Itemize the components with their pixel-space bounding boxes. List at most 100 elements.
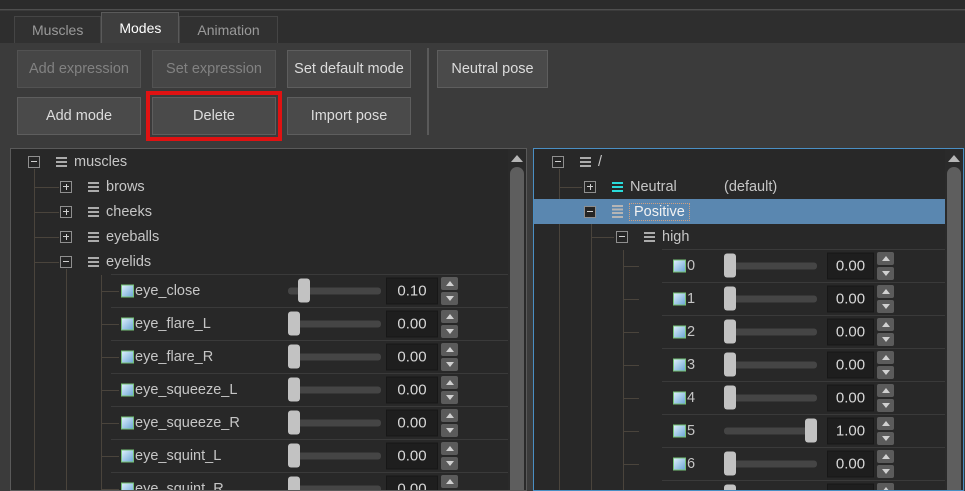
collapse-icon[interactable]: [584, 206, 596, 218]
slider-handle[interactable]: [724, 451, 736, 475]
slider-handle[interactable]: [724, 319, 736, 343]
mode-checkbox[interactable]: [673, 325, 686, 338]
muscle-slider[interactable]: [288, 452, 381, 459]
muscle-row-eye-squeeze-l[interactable]: eye_squeeze_L 0.00: [11, 373, 526, 406]
add-expression-button[interactable]: Add expression: [17, 50, 141, 88]
mode-row-3[interactable]: 3 0.00: [534, 348, 963, 381]
muscle-row-eye-squeeze-r[interactable]: eye_squeeze_R 0.00: [11, 406, 526, 439]
neutral-pose-button[interactable]: Neutral pose: [437, 50, 548, 88]
mode-slider[interactable]: [724, 427, 817, 434]
mode-slider[interactable]: [724, 295, 817, 302]
expand-icon[interactable]: [60, 231, 72, 243]
spin-down-button[interactable]: [877, 399, 894, 412]
tree-row-high[interactable]: high: [534, 224, 963, 249]
muscle-slider[interactable]: [288, 320, 381, 327]
muscle-value-field[interactable]: 0.00: [386, 409, 438, 436]
slider-handle[interactable]: [724, 484, 736, 491]
tree-row-positive-selected[interactable]: Positive: [534, 199, 963, 224]
scrollbar-thumb[interactable]: [510, 167, 524, 490]
mode-slider[interactable]: [724, 262, 817, 269]
spin-down-button[interactable]: [441, 325, 458, 338]
muscle-value-field[interactable]: 0.00: [386, 343, 438, 370]
spin-up-button[interactable]: [877, 252, 894, 265]
spin-up-button[interactable]: [441, 343, 458, 356]
spin-up-button[interactable]: [877, 450, 894, 463]
spin-up-button[interactable]: [441, 475, 458, 488]
muscle-slider[interactable]: [288, 287, 381, 294]
spin-up-button[interactable]: [877, 351, 894, 364]
tree-row-neutral[interactable]: Neutral (default): [534, 174, 963, 199]
left-scrollbar[interactable]: [508, 149, 526, 490]
slider-handle[interactable]: [298, 278, 310, 302]
spin-down-button[interactable]: [877, 300, 894, 313]
muscle-checkbox[interactable]: [121, 383, 134, 396]
set-expression-button[interactable]: Set expression: [152, 50, 276, 88]
spin-down-button[interactable]: [877, 366, 894, 379]
slider-handle[interactable]: [288, 476, 300, 491]
slider-handle[interactable]: [288, 377, 300, 401]
mode-row-5[interactable]: 5 1.00: [534, 414, 963, 447]
slider-handle[interactable]: [288, 443, 300, 467]
slider-handle[interactable]: [288, 344, 300, 368]
import-pose-button[interactable]: Import pose: [287, 97, 411, 135]
mode-row-6[interactable]: 6 0.00: [534, 447, 963, 480]
muscle-checkbox[interactable]: [121, 449, 134, 462]
muscle-checkbox[interactable]: [121, 317, 134, 330]
mode-value-field[interactable]: 1.00: [827, 417, 874, 444]
muscle-value-field[interactable]: 0.10: [386, 277, 438, 304]
mode-value-field[interactable]: [827, 483, 874, 491]
collapse-icon[interactable]: [60, 256, 72, 268]
mode-checkbox[interactable]: [673, 424, 686, 437]
mode-checkbox[interactable]: [673, 292, 686, 305]
spin-down-button[interactable]: [877, 465, 894, 478]
tree-row-muscles[interactable]: muscles: [11, 149, 526, 174]
muscle-value-field[interactable]: 0.00: [386, 442, 438, 469]
muscle-checkbox[interactable]: [121, 416, 134, 429]
mode-value-field[interactable]: 0.00: [827, 351, 874, 378]
right-scrollbar[interactable]: [945, 149, 963, 490]
mode-checkbox[interactable]: [673, 457, 686, 470]
scroll-up-button[interactable]: [508, 151, 526, 165]
mode-row-7-partial[interactable]: [534, 480, 963, 491]
tree-row-eyelids[interactable]: eyelids: [11, 249, 526, 274]
spin-up-button[interactable]: [441, 409, 458, 422]
tree-row-eyeballs[interactable]: eyeballs: [11, 224, 526, 249]
spin-up-button[interactable]: [877, 483, 894, 491]
collapse-icon[interactable]: [28, 156, 40, 168]
slider-handle[interactable]: [288, 410, 300, 434]
collapse-icon[interactable]: [552, 156, 564, 168]
mode-value-field[interactable]: 0.00: [827, 450, 874, 477]
muscle-value-field[interactable]: 0.00: [386, 475, 438, 491]
add-mode-button[interactable]: Add mode: [17, 97, 141, 135]
mode-slider[interactable]: [724, 394, 817, 401]
spin-down-button[interactable]: [877, 432, 894, 445]
mode-value-field[interactable]: 0.00: [827, 318, 874, 345]
slider-handle[interactable]: [724, 385, 736, 409]
muscle-row-eye-close[interactable]: eye_close 0.10: [11, 274, 526, 307]
spin-down-button[interactable]: [441, 424, 458, 437]
tab-modes[interactable]: Modes: [101, 12, 179, 43]
tree-row-brows[interactable]: brows: [11, 174, 526, 199]
spin-down-button[interactable]: [441, 358, 458, 371]
spin-down-button[interactable]: [877, 267, 894, 280]
scroll-up-button[interactable]: [945, 151, 963, 165]
spin-up-button[interactable]: [877, 384, 894, 397]
mode-row-4[interactable]: 4 0.00: [534, 381, 963, 414]
slider-handle[interactable]: [724, 253, 736, 277]
delete-button[interactable]: Delete: [152, 97, 276, 135]
muscle-checkbox[interactable]: [121, 482, 134, 491]
muscle-value-field[interactable]: 0.00: [386, 310, 438, 337]
slider-handle[interactable]: [805, 418, 817, 442]
slider-handle[interactable]: [724, 352, 736, 376]
mode-row-1[interactable]: 1 0.00: [534, 282, 963, 315]
spin-up-button[interactable]: [441, 310, 458, 323]
tree-row-cheeks[interactable]: cheeks: [11, 199, 526, 224]
muscle-slider[interactable]: [288, 419, 381, 426]
muscle-checkbox[interactable]: [121, 350, 134, 363]
scrollbar-thumb[interactable]: [947, 167, 961, 490]
set-default-mode-button[interactable]: Set default mode: [287, 50, 411, 88]
tree-row-root[interactable]: /: [534, 149, 963, 174]
expand-icon[interactable]: [60, 206, 72, 218]
spin-up-button[interactable]: [877, 417, 894, 430]
mode-checkbox[interactable]: [673, 259, 686, 272]
